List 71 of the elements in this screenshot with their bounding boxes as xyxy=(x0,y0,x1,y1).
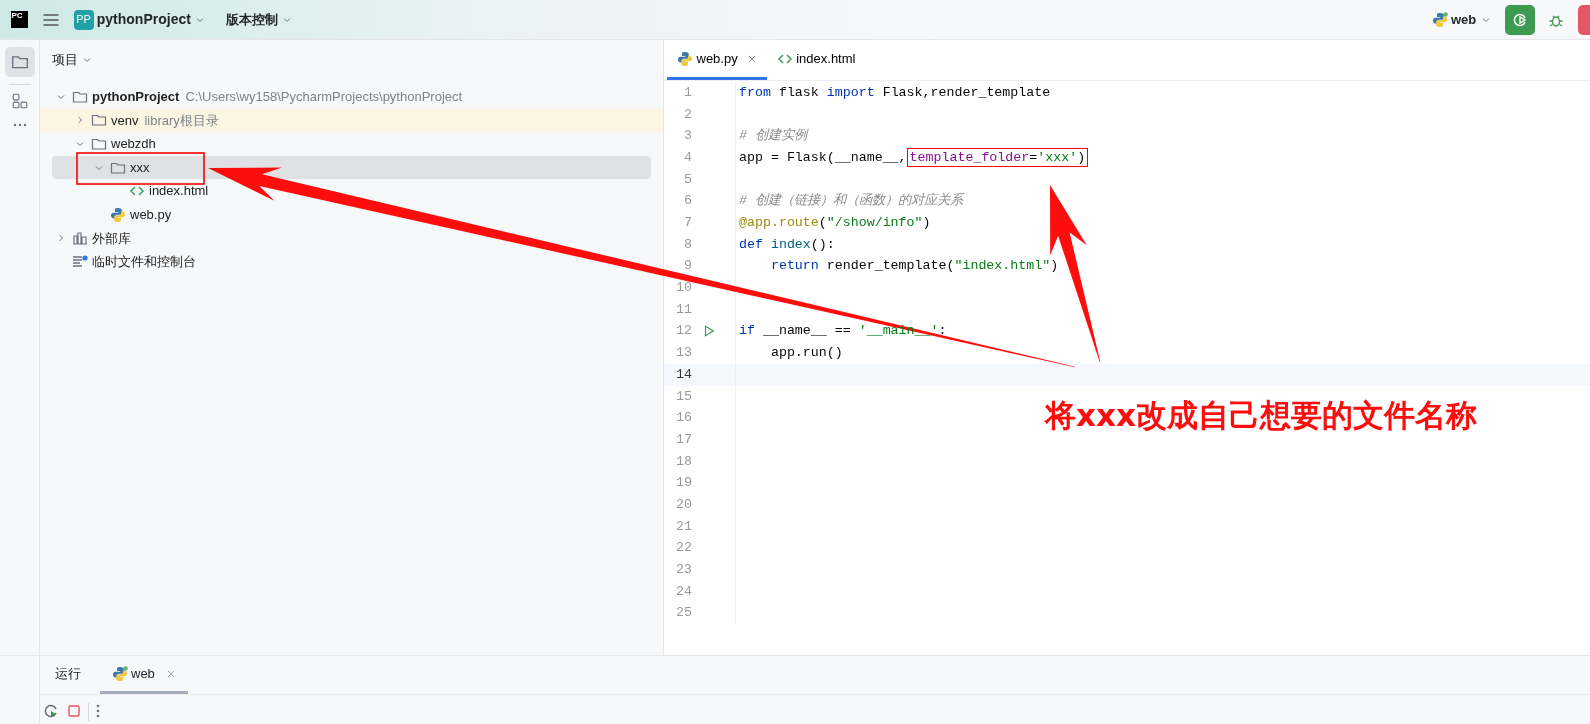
run-config-selector[interactable]: web xyxy=(1431,9,1492,30)
line-number: 4 xyxy=(683,148,692,167)
stop-button[interactable] xyxy=(1577,4,1590,35)
code-line: # 创建实例 xyxy=(738,127,807,146)
tree-item[interactable]: pythonProject C:\Users\wy158\PycharmProjects\pythonProject xyxy=(40,85,663,109)
python-file-icon xyxy=(110,206,126,223)
close-icon[interactable] xyxy=(166,668,177,679)
panel-tab[interactable]: 运行 xyxy=(43,656,94,694)
code-line: def index(): xyxy=(738,235,835,254)
library-icon xyxy=(72,230,88,247)
line-number: 5 xyxy=(683,170,692,189)
editor-tab[interactable]: web.py xyxy=(667,40,767,80)
line-number: 2 xyxy=(683,105,692,124)
close-icon[interactable] xyxy=(746,53,757,64)
line-number: 15 xyxy=(675,387,692,406)
line-number: 1 xyxy=(683,83,692,102)
panel-title[interactable]: 项目 xyxy=(52,50,94,70)
line-number: 17 xyxy=(675,430,692,449)
scratch-icon xyxy=(72,253,88,270)
code-line: app.run() xyxy=(769,344,843,363)
line-number: 13 xyxy=(675,344,692,363)
rerun-icon xyxy=(1511,11,1528,28)
tree-item[interactable]: 临时文件和控制台 xyxy=(40,250,663,274)
folder-icon xyxy=(91,136,107,152)
tree-item[interactable]: 外部库 xyxy=(40,226,663,251)
line-number: 21 xyxy=(675,517,692,536)
folder-icon xyxy=(91,112,107,129)
line-number: 22 xyxy=(675,539,692,558)
line-number: 7 xyxy=(683,214,692,232)
panel-tab[interactable]: web xyxy=(99,656,189,694)
line-number: 16 xyxy=(675,409,692,428)
editor-tab[interactable]: index.html xyxy=(766,40,866,80)
line-number: 24 xyxy=(675,582,692,601)
run-icon[interactable] xyxy=(702,324,716,339)
logo-icon: PC xyxy=(10,11,28,28)
code-line: @app.route("/show/info") xyxy=(738,214,931,232)
tree-item[interactable]: index.html xyxy=(40,179,663,203)
line-number: 9 xyxy=(683,257,692,276)
line-number: 18 xyxy=(675,452,692,471)
tree-item[interactable]: webzdh xyxy=(40,132,663,156)
tree-item[interactable]: venv library根目录 xyxy=(40,108,663,133)
structure-tool-button[interactable] xyxy=(10,91,29,110)
python-icon xyxy=(111,665,128,682)
line-number: 14 xyxy=(675,365,692,384)
stop-icon[interactable] xyxy=(65,703,82,719)
more-icon[interactable] xyxy=(95,703,100,719)
rerun-icon[interactable] xyxy=(43,703,60,719)
code-line: # 创建（链接）和（函数）的对应关系 xyxy=(738,192,963,211)
vcs-menu[interactable]: 版本控制 xyxy=(225,9,293,30)
tree-item[interactable]: xxx xyxy=(52,155,651,180)
project-switcher[interactable]: PP pythonProject xyxy=(73,9,207,30)
line-number: 3 xyxy=(683,127,692,146)
line-number: 6 xyxy=(683,192,692,211)
line-number: 8 xyxy=(683,235,692,254)
structure-icon xyxy=(10,91,29,110)
annotation-text: 将xxx改成自己想要的文件名称 xyxy=(1045,396,1477,435)
line-number: 12 xyxy=(675,322,692,341)
python-icon xyxy=(1431,11,1448,28)
line-number: 10 xyxy=(675,279,692,298)
line-number: 11 xyxy=(675,300,692,319)
code-line: return render_template("index.html") xyxy=(769,257,1059,276)
tree-item[interactable]: web.py xyxy=(40,202,663,227)
line-number: 25 xyxy=(675,604,692,623)
line-number: 20 xyxy=(675,495,692,514)
code-line: from flask import Flask,render_template xyxy=(738,83,1051,102)
rerun-button[interactable] xyxy=(1504,4,1535,35)
line-number: 23 xyxy=(675,561,692,579)
line-number: 19 xyxy=(675,474,692,493)
code-line: app = Flask(__name__, template_folder='xxx') xyxy=(736,147,1089,168)
python-file-icon xyxy=(677,50,694,67)
project-tool-button[interactable] xyxy=(4,46,35,77)
